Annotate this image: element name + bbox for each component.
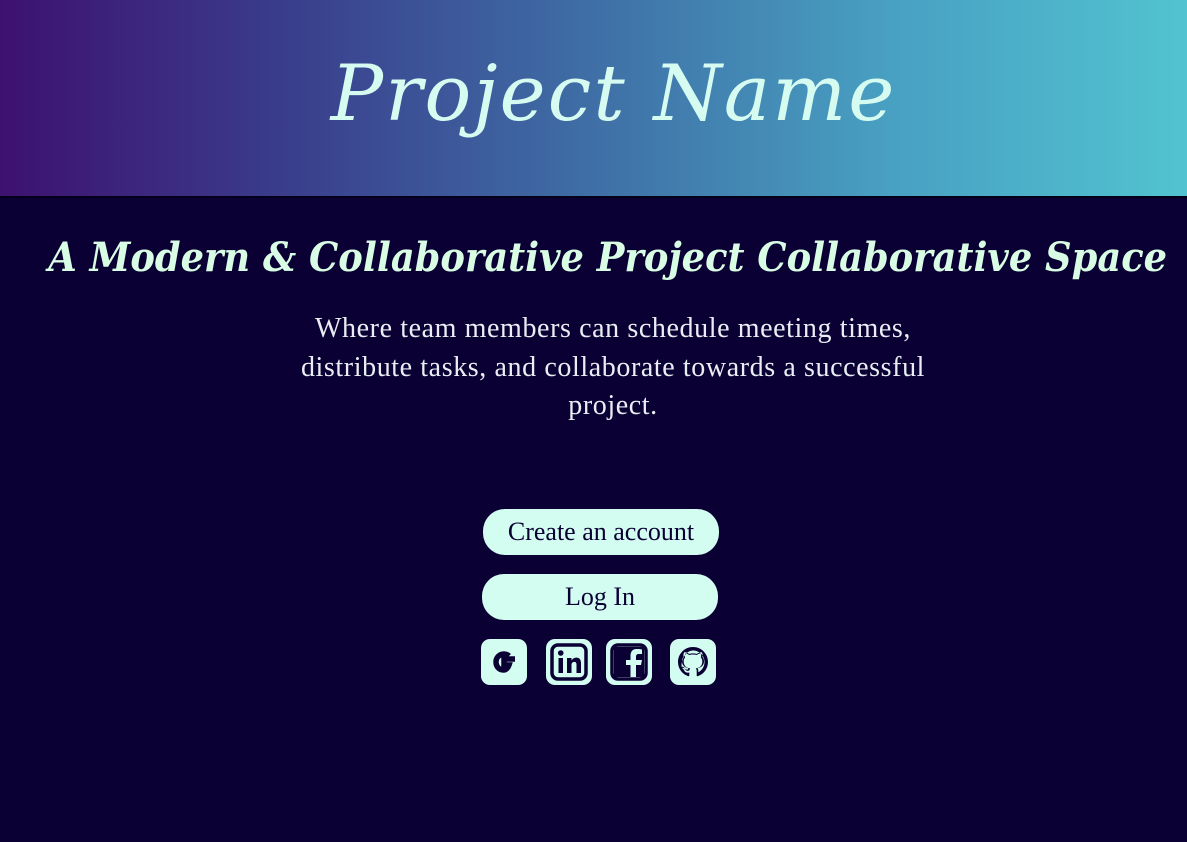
facebook-login-button[interactable] [606, 639, 652, 685]
linkedin-icon [550, 643, 588, 681]
project-title: Project Name [330, 49, 897, 139]
login-button[interactable]: Log In [482, 574, 718, 620]
github-icon [678, 647, 708, 677]
facebook-icon [610, 643, 648, 681]
github-login-button[interactable] [670, 639, 716, 685]
google-login-button[interactable] [481, 639, 527, 685]
linkedin-login-button[interactable] [546, 639, 592, 685]
tagline-heading: A Modern & Collaborative Project Collabo… [48, 234, 1168, 281]
google-icon [493, 651, 515, 673]
create-account-button[interactable]: Create an account [483, 509, 719, 555]
header-banner: Project Name [0, 0, 1187, 198]
description-text: Where team members can schedule meeting … [300, 313, 926, 421]
